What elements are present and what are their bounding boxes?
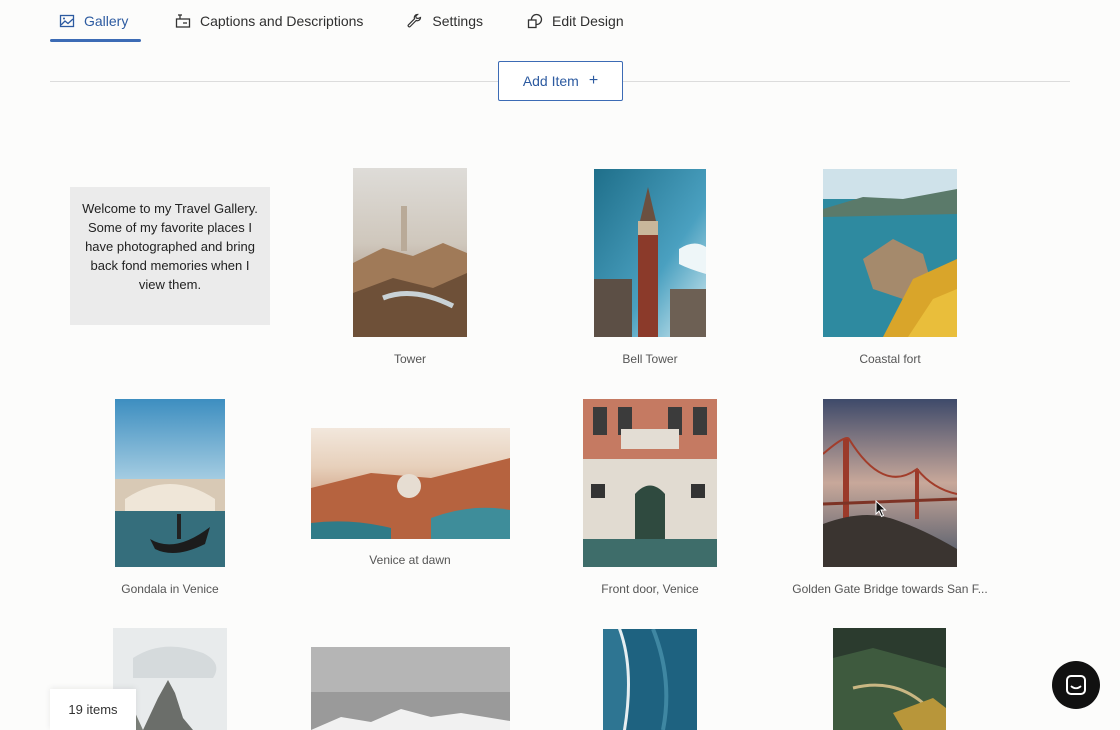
gallery-caption: Bell Tower	[622, 352, 678, 366]
golden-gate-photo[interactable]	[823, 399, 957, 567]
gallery-caption: Venice at dawn	[369, 553, 451, 567]
tab-label: Settings	[432, 13, 484, 29]
gallery-caption: Gondala in Venice	[121, 582, 219, 596]
valley-road-photo[interactable]	[833, 628, 946, 730]
gallery-caption: Front door, Venice	[601, 582, 699, 596]
bell-tower-photo[interactable]	[594, 169, 706, 337]
plus-icon: +	[588, 72, 599, 89]
tab-settings[interactable]: Settings	[407, 0, 483, 42]
gallery-caption: Tower	[393, 352, 426, 366]
design-icon	[527, 13, 543, 29]
snow-mountains-photo[interactable]	[311, 647, 510, 730]
add-item-button[interactable]: Add Item +	[498, 61, 623, 101]
venice-dawn-photo[interactable]	[311, 428, 510, 539]
welcome-text[interactable]: Welcome to my Travel Gallery. Some of my…	[70, 187, 270, 325]
chat-button[interactable]	[1052, 661, 1100, 709]
tab-label: Edit Design	[552, 13, 624, 29]
tab-label: Gallery	[84, 13, 129, 29]
add-item-label: Add Item	[522, 73, 579, 89]
mouse-cursor-icon	[875, 499, 887, 518]
tab-bar: Gallery Captions and Descriptions Settin…	[50, 0, 624, 42]
captions-icon	[175, 13, 191, 29]
wrench-icon	[407, 13, 423, 29]
tab-edit-design[interactable]: Edit Design	[527, 0, 624, 42]
tower-photo[interactable]	[353, 168, 467, 337]
tab-label: Captions and Descriptions	[200, 13, 364, 29]
gallery-caption: Golden Gate Bridge towards San F...	[792, 582, 988, 596]
chat-icon	[1065, 674, 1087, 696]
tab-gallery[interactable]: Gallery	[50, 0, 141, 42]
image-icon	[59, 13, 75, 29]
ocean-waves-photo[interactable]	[603, 629, 697, 730]
coastal-fort-photo[interactable]	[823, 169, 957, 337]
item-count: 19 items	[50, 689, 136, 730]
tab-captions[interactable]: Captions and Descriptions	[175, 0, 363, 42]
front-door-photo[interactable]	[583, 399, 717, 567]
gondola-photo[interactable]	[115, 399, 225, 567]
gallery-caption: Coastal fort	[859, 352, 921, 366]
